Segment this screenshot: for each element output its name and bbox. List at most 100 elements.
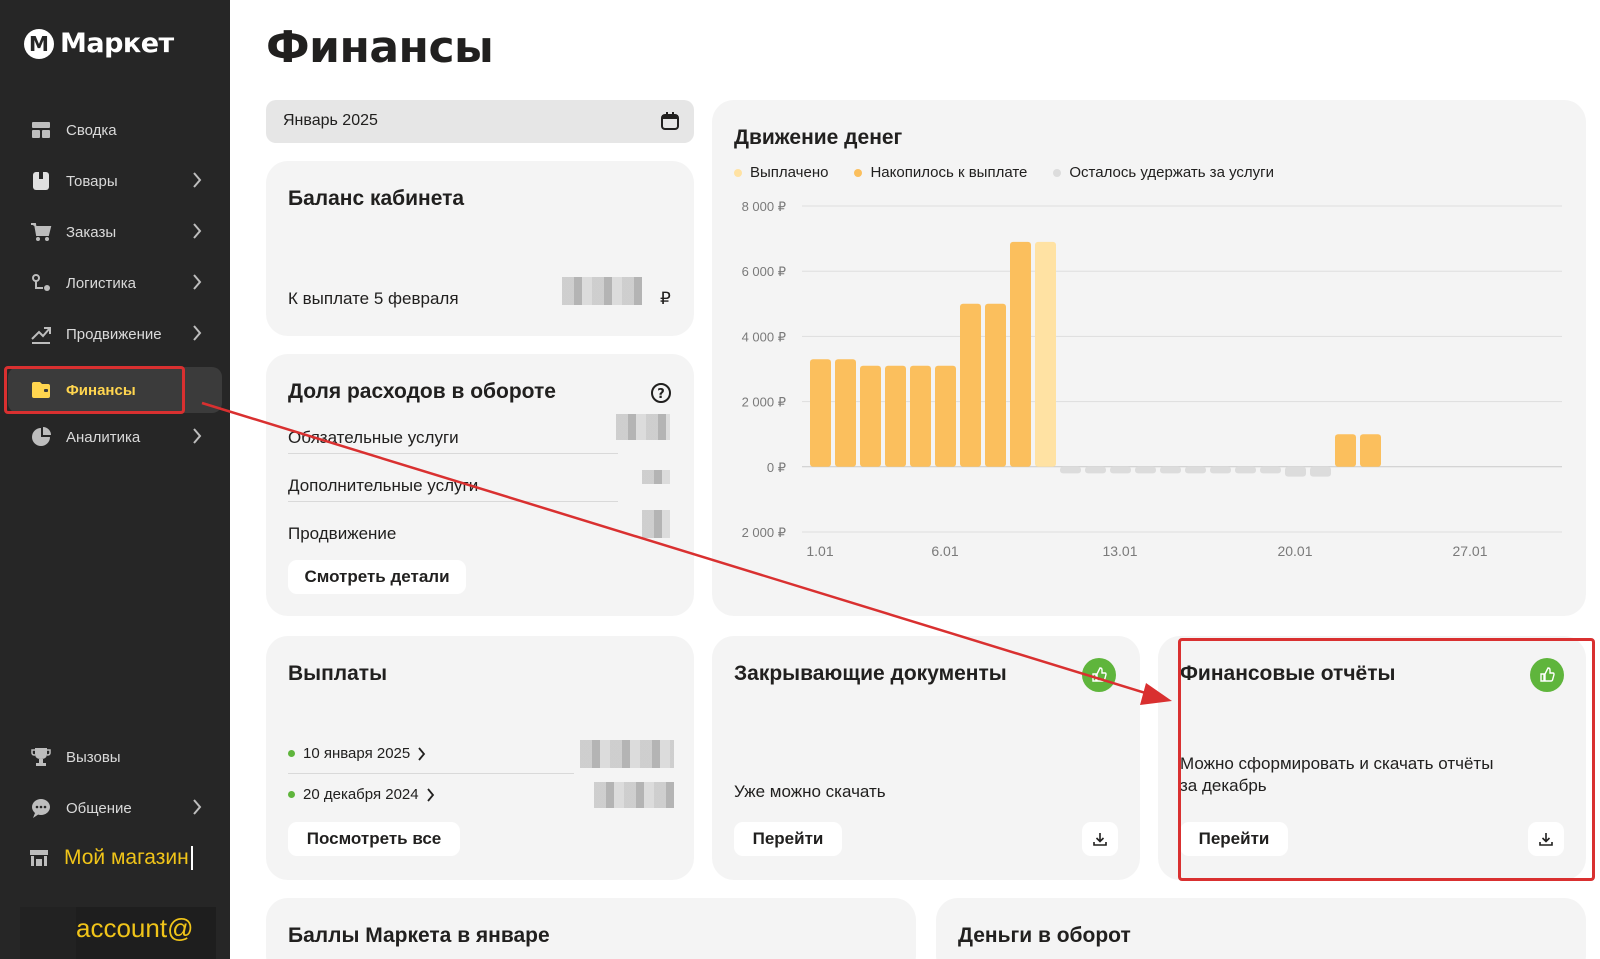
avatar [20, 907, 76, 959]
thumbs-up-icon [1092, 667, 1107, 682]
chart-bar[interactable] [1135, 466, 1156, 474]
chart-bar[interactable] [935, 365, 956, 467]
blurred-amount [616, 414, 670, 440]
chart-bar[interactable] [1235, 466, 1256, 474]
expense-row-label: Продвижение [288, 524, 397, 543]
pie-icon [30, 426, 52, 448]
divider [288, 773, 574, 774]
reports-title: Финансовые отчёты [1180, 662, 1396, 685]
payouts-title: Выплаты [288, 662, 388, 685]
download-icon [1539, 833, 1553, 846]
docs-go-button[interactable]: Перейти [734, 822, 842, 856]
sidebar-item-label: Вызовы [66, 748, 121, 766]
chart-bar[interactable] [1260, 466, 1281, 474]
reports-note: Можно сформировать и скачать отчёты [1180, 754, 1494, 773]
chart-bar[interactable] [1085, 466, 1106, 474]
help-icon[interactable]: ? [650, 382, 672, 404]
sidebar-item-promotion[interactable]: Продвижение [8, 311, 222, 357]
cashflow-chart: 8 000 ₽ 6 000 ₽ 4 000 ₽ 2 000 ₽ 0 ₽ 2 000 ₽ 1.… [742, 199, 1562, 559]
sidebar-item-label: Аналитика [66, 428, 141, 446]
blurred-amount [642, 470, 670, 484]
docs-download-button[interactable] [1082, 822, 1118, 856]
sidebar-item-challenges[interactable]: Вызовы [8, 734, 222, 780]
chart-bar[interactable] [1360, 434, 1381, 467]
chart-bar[interactable] [810, 359, 831, 467]
dashboard-icon [30, 119, 52, 141]
sidebar: M Маркет Сводка Товары Заказы Логистика … [0, 0, 230, 959]
divider [288, 501, 618, 502]
divider [288, 453, 618, 454]
sidebar-item-summary[interactable]: Сводка [8, 107, 222, 153]
chart-bar[interactable] [1285, 466, 1306, 477]
chart-bar[interactable] [910, 365, 931, 467]
sidebar-item-label: Продвижение [66, 325, 162, 343]
sidebar-item-logistics[interactable]: Логистика [8, 260, 222, 306]
chart-bar[interactable] [1010, 241, 1031, 467]
sidebar-item-orders[interactable]: Заказы [8, 209, 222, 255]
thumbs-up-icon [1540, 667, 1555, 682]
blurred-amount [594, 782, 674, 808]
x-tick-label: 13.01 [1102, 543, 1137, 559]
my-shop-label: Мой магазин [64, 846, 193, 870]
reports-download-button[interactable] [1528, 822, 1564, 856]
reports-note: за декабрь [1180, 776, 1267, 795]
y-tick-label: 8 000 ₽ [742, 199, 786, 214]
chart-bar[interactable] [1185, 466, 1206, 474]
chart-bar[interactable] [885, 365, 906, 467]
sidebar-item-communication[interactable]: Общение [8, 785, 222, 831]
trend-icon [30, 323, 52, 345]
chart-bar[interactable] [1060, 466, 1081, 474]
sidebar-item-analytics[interactable]: Аналитика [8, 414, 222, 460]
like-button[interactable] [1530, 658, 1564, 692]
view-details-button[interactable]: Смотреть детали [288, 560, 466, 594]
expenses-title: Доля расходов в обороте [288, 380, 556, 403]
sidebar-item-products[interactable]: Товары [8, 158, 222, 204]
cashflow-card: Движение денег Выплачено Накопилось к вы… [712, 100, 1586, 616]
sidebar-item-label: Сводка [66, 121, 117, 139]
chart-bar[interactable] [1160, 466, 1181, 474]
chevron-right-icon [193, 799, 202, 815]
expense-row-label: Дополнительные услуги [288, 476, 479, 495]
x-tick-label: 6.01 [931, 543, 958, 559]
chevron-right-icon [426, 787, 434, 802]
financial-reports-card: Финансовые отчёты Можно сформировать и с… [1158, 636, 1586, 880]
balance-title: Баланс кабинета [288, 187, 465, 210]
chart-bar[interactable] [1035, 241, 1056, 467]
chart-bar[interactable] [1110, 466, 1131, 474]
view-all-payouts-button[interactable]: Посмотреть все [288, 822, 460, 856]
status-dot [288, 750, 295, 757]
x-tick-label: 1.01 [806, 543, 833, 559]
payout-date: 10 января 2025 [303, 745, 411, 762]
chevron-right-icon [193, 172, 202, 188]
account-switcher[interactable]: account@ [20, 907, 216, 959]
chart-bar[interactable] [985, 303, 1006, 467]
period-picker[interactable]: Январь 2025 [266, 100, 694, 143]
sidebar-item-label: Заказы [66, 223, 117, 241]
market-points-card: Баллы Маркета в январе [266, 898, 916, 959]
my-shop-link[interactable]: Мой магазин [28, 846, 193, 870]
download-icon [1093, 833, 1107, 846]
expense-row-label: Обязательные услуги [288, 428, 459, 447]
y-tick-label: 2 000 ₽ [742, 395, 786, 410]
chart-bar[interactable] [860, 365, 881, 467]
chart-bar[interactable] [1335, 434, 1356, 467]
chart-bar[interactable] [960, 303, 981, 467]
closing-docs-card: Закрывающие документы Уже можно скачать … [712, 636, 1140, 880]
turnover-title: Деньги в оборот [958, 924, 1131, 947]
docs-note: Уже можно скачать [734, 782, 886, 801]
payout-date: 20 декабря 2024 [303, 786, 419, 803]
market-logo[interactable]: M Маркет [24, 28, 174, 59]
y-tick-label: 6 000 ₽ [742, 264, 786, 279]
chart-bar[interactable] [835, 359, 856, 467]
chart-bar[interactable] [1210, 466, 1231, 474]
reports-go-button[interactable]: Перейти [1180, 822, 1288, 856]
chevron-right-icon [193, 223, 202, 239]
market-logo-icon: M [24, 28, 54, 59]
like-button[interactable] [1082, 658, 1116, 692]
chart-bar[interactable] [1310, 466, 1331, 477]
x-tick-label: 27.01 [1452, 543, 1487, 559]
payout-item[interactable]: 10 января 2025 [288, 745, 426, 762]
docs-title: Закрывающие документы [734, 662, 1007, 685]
payout-item[interactable]: 20 декабря 2024 [288, 786, 435, 803]
page-title: Финансы [266, 22, 494, 73]
